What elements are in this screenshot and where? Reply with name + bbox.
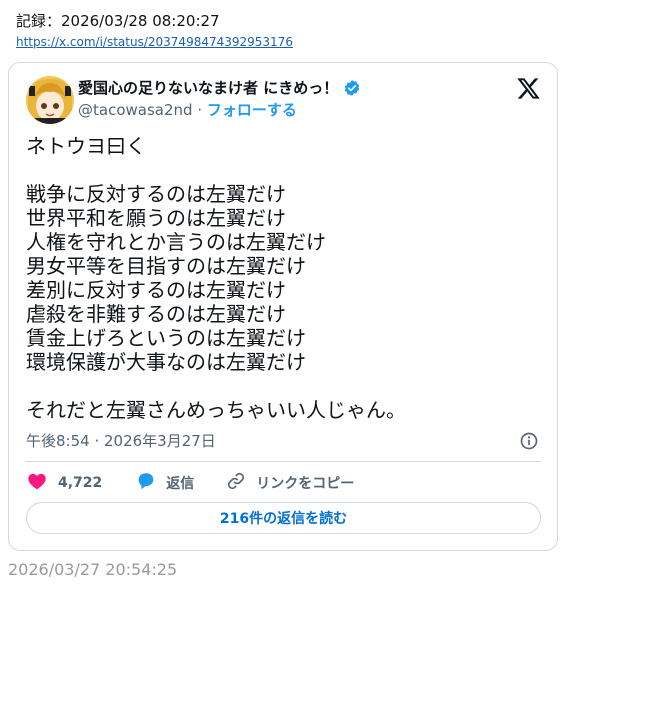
verified-badge-icon <box>343 79 361 97</box>
name-line: 愛国心の足りないなまけ者 にきめっ！ <box>78 77 361 99</box>
reply-bubble-icon <box>135 470 157 496</box>
tweet-line <box>26 158 541 182</box>
reply-label: 返信 <box>166 476 195 492</box>
info-icon[interactable] <box>519 431 539 451</box>
handle-line: @tacowasa2nd · フォローする <box>78 100 297 120</box>
tweet-line: 虐殺を非難するのは左翼だけ <box>26 302 286 326</box>
tweet-line: 男女平等を目指すのは左翼だけ <box>26 254 306 278</box>
action-bar: 4,722 返信 リンクをコピー <box>26 470 354 496</box>
tweet-line: 世界平和を願うのは左翼だけ <box>26 206 286 230</box>
tweet-link[interactable]: https://x.com/i/status/20374984743929531… <box>16 34 293 50</box>
tweet-line: 差別に反対するのは左翼だけ <box>26 278 286 302</box>
handle-separator: · <box>192 101 207 119</box>
tweet-line: 人権を守れとか言うのは左翼だけ <box>26 230 326 254</box>
copy-link-label: リンクをコピー <box>256 476 355 492</box>
tweet-line: 戦争に反対するのは左翼だけ <box>26 182 286 206</box>
tweet-line: ネトウヨ曰く <box>26 134 146 158</box>
link-icon <box>225 470 247 496</box>
tweet-card: 愛国心の足りないなまけ者 にきめっ！ @tacowasa2nd · フォローする… <box>8 62 558 551</box>
footer-timestamp: 2026/03/27 20:54:25 <box>8 560 178 579</box>
copy-link-button[interactable]: リンクをコピー <box>216 470 354 496</box>
tweet-line: 環境保護が大事なのは左翼だけ <box>26 350 306 374</box>
read-replies-button[interactable]: 216件の返信を読む <box>26 502 541 534</box>
record-timestamp: 記録：2026/03/28 08:20:27 <box>16 12 220 30</box>
tweet-line: 賃金上げろというのは左翼だけ <box>26 326 306 350</box>
tweet-line <box>26 374 541 398</box>
follow-button[interactable]: フォローする <box>207 100 297 120</box>
handle[interactable]: @tacowasa2nd <box>78 100 193 120</box>
divider <box>26 461 541 462</box>
like-button[interactable]: 4,722 <box>26 470 102 496</box>
heart-icon <box>26 470 48 496</box>
tweet-timestamp[interactable]: 午後8:54 · 2026年3月27日 <box>26 431 216 451</box>
x-logo-icon[interactable] <box>516 76 541 101</box>
tweet-text: ネトウヨ曰く 戦争に反対するのは左翼だけ 世界平和を願うのは左翼だけ 人権を守れ… <box>26 134 541 422</box>
tweet-line: それだと左翼さんめっちゃいい人じゃん。 <box>26 398 406 422</box>
reply-button[interactable]: 返信 <box>126 470 194 496</box>
like-count: 4,722 <box>58 475 103 491</box>
avatar[interactable] <box>26 76 74 124</box>
display-name[interactable]: 愛国心の足りないなまけ者 にきめっ！ <box>78 78 338 98</box>
